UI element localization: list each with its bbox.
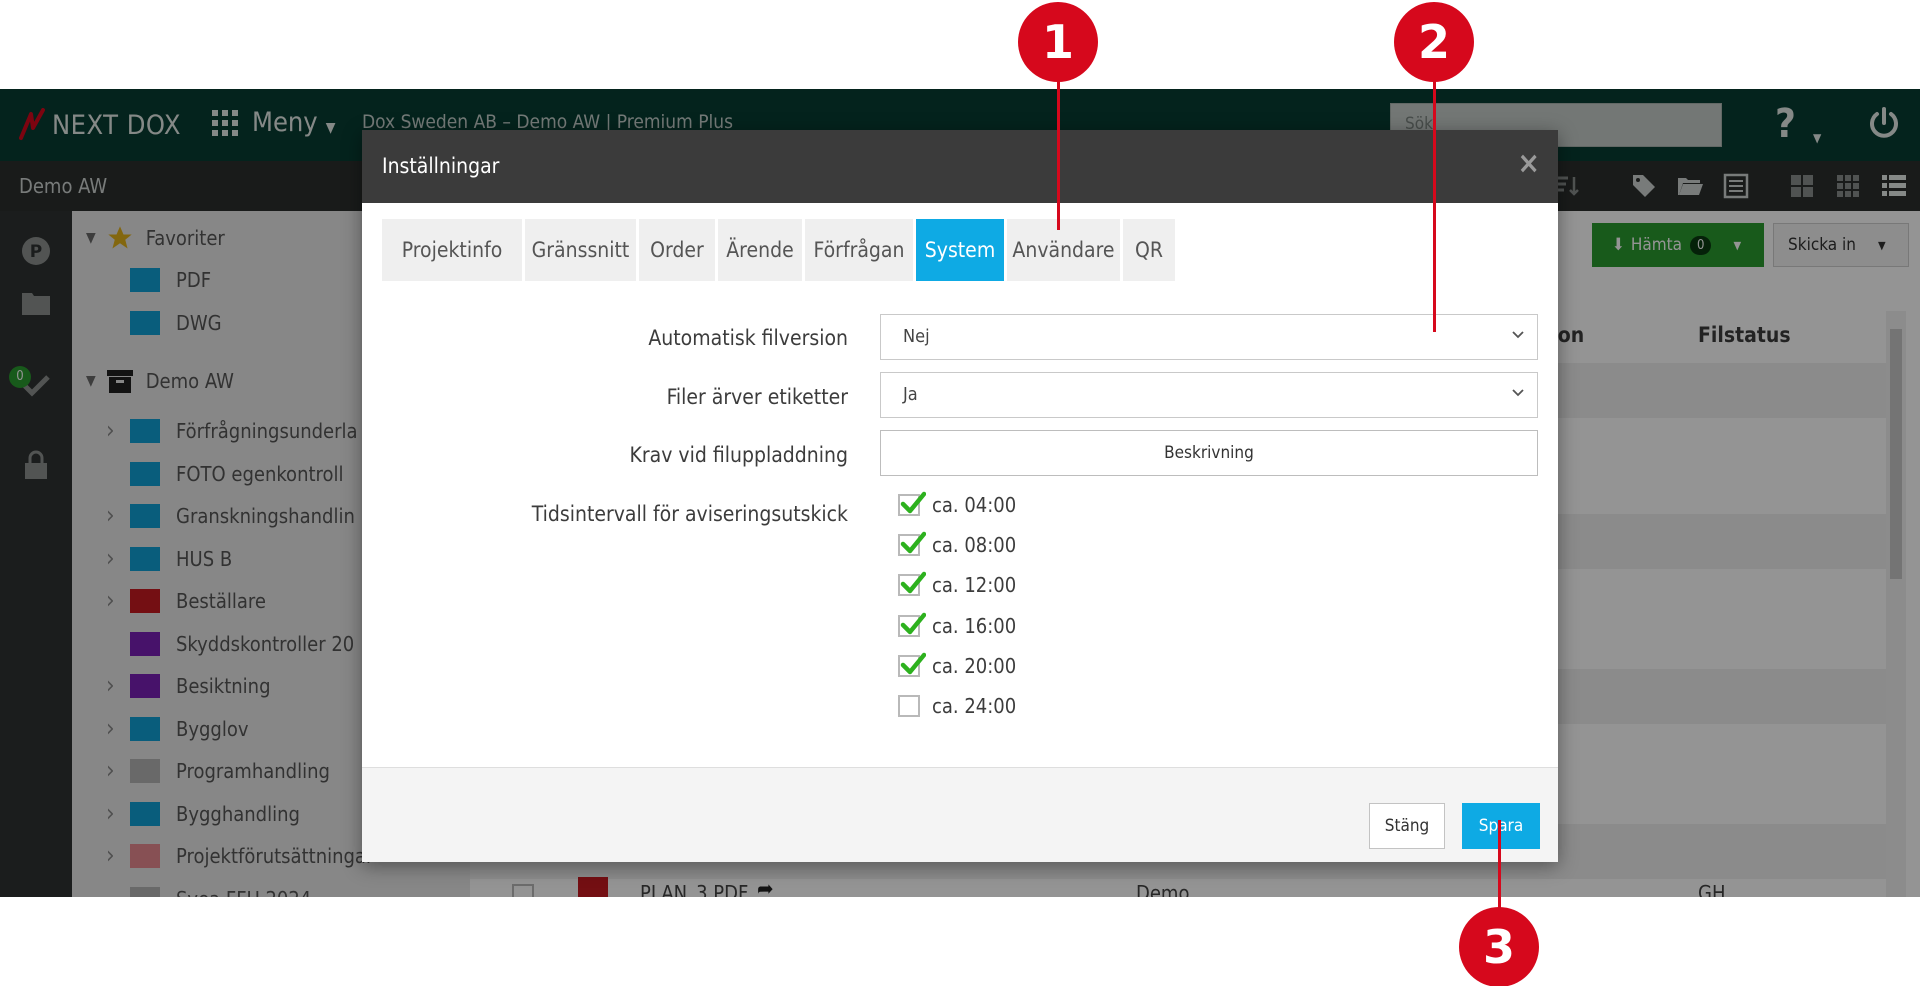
auto-version-select[interactable]: Nej [880, 314, 1538, 360]
callout-3-line [1498, 820, 1501, 910]
chevron-down-icon [1512, 331, 1524, 339]
auto-version-value: Nej [903, 326, 930, 347]
interval-label: ca. 08:00 [932, 533, 1017, 558]
inherit-tags-select[interactable]: Ja [880, 372, 1538, 418]
app-window: NEXT DOX Meny ▼ Dox Sweden AB – Demo AW … [0, 89, 1920, 897]
callout-1-line [1057, 70, 1060, 230]
upload-requirement-label: Krav vid filuppladdning [629, 443, 848, 467]
interval-option[interactable]: ca. 24:00 [898, 691, 1016, 721]
tab--rende[interactable]: Ärende [718, 219, 802, 281]
interval-option[interactable]: ca. 12:00 [898, 570, 1016, 600]
settings-dialog: Inställningar × Projektinfo Gränssnitt Ord… [362, 130, 1558, 862]
dialog-title: Inställningar [382, 154, 500, 178]
interval-label: ca. 16:00 [932, 613, 1017, 638]
interval-option[interactable]: ca. 20:00 [898, 651, 1016, 681]
checkmark-icon [900, 612, 926, 634]
stang-button[interactable]: Stäng [1369, 803, 1445, 849]
checkmark-icon [900, 531, 926, 554]
beskrivning-button[interactable]: Beskrivning [880, 430, 1538, 476]
interval-label: ca. 12:00 [932, 573, 1017, 598]
close-icon[interactable]: × [1517, 146, 1540, 181]
tab-qr[interactable]: QR [1123, 219, 1175, 281]
tab-order[interactable]: Order [639, 219, 715, 281]
interval-option[interactable]: ca. 16:00 [898, 611, 1016, 641]
checkmark-icon [900, 491, 926, 514]
screenshot-stage: NEXT DOX Meny ▼ Dox Sweden AB – Demo AW … [0, 0, 1920, 986]
tab-gr-nssnitt[interactable]: Gränssnitt [525, 219, 636, 281]
interval-checkbox[interactable] [898, 695, 920, 717]
interval-option[interactable]: ca. 08:00 [898, 530, 1016, 560]
interval-option[interactable]: ca. 04:00 [898, 490, 1016, 520]
tab-anv-ndare[interactable]: Användare [1007, 219, 1120, 281]
interval-label: ca. 04:00 [932, 493, 1017, 517]
interval-checkbox[interactable] [898, 531, 926, 557]
callout-2-line [1433, 70, 1436, 332]
callout-3: 3 [1459, 907, 1539, 986]
interval-checkbox[interactable] [898, 572, 926, 597]
tab-projektinfo[interactable]: Projektinfo [382, 219, 522, 281]
callout-2: 2 [1394, 2, 1474, 82]
tab-f-rfr-gan[interactable]: Förfrågan [805, 219, 913, 281]
inherit-tags-label: Filer ärver etiketter [666, 385, 848, 409]
interval-checkbox[interactable] [898, 652, 926, 677]
interval-label: ca. 20:00 [932, 653, 1017, 678]
checkmark-icon [900, 652, 926, 675]
auto-version-label: Automatisk filversion [648, 326, 848, 350]
callout-1: 1 [1018, 2, 1098, 82]
interval-checkbox[interactable] [898, 491, 926, 516]
interval-label: ca. 24:00 [932, 694, 1017, 718]
notification-interval-label: Tidsintervall för aviseringsutskick [531, 502, 848, 526]
chevron-down-icon [1512, 389, 1524, 397]
dialog-header: Inställningar × [362, 130, 1558, 203]
checkmark-icon [900, 572, 926, 594]
interval-checkbox[interactable] [898, 612, 926, 637]
spara-button[interactable]: Spara [1462, 803, 1540, 849]
tab-system[interactable]: System [916, 219, 1004, 281]
inherit-tags-value: Ja [903, 384, 918, 405]
